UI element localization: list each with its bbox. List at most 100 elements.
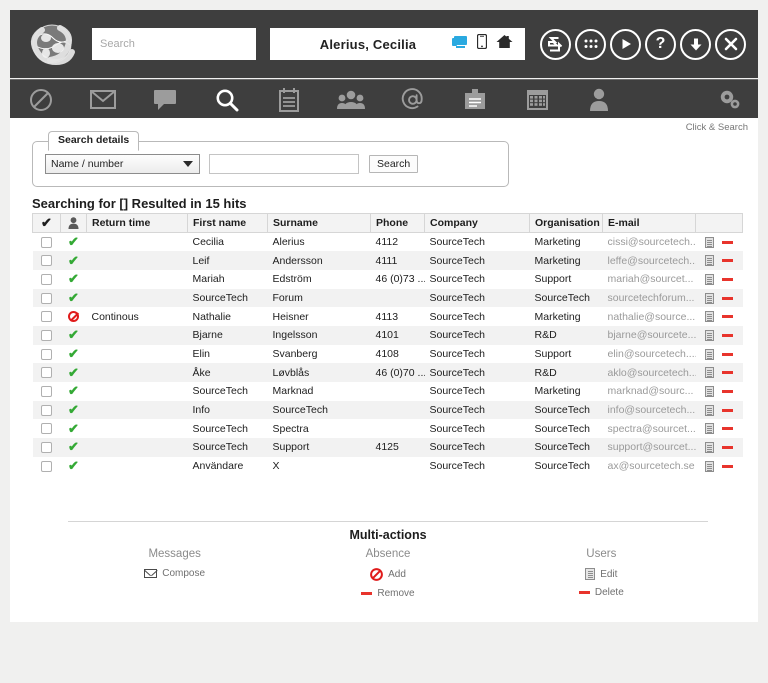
row-status-cell[interactable]: ✔ [61,457,87,476]
message-icon[interactable] [134,80,196,119]
row-edit-icon[interactable] [705,404,714,416]
row-status-cell[interactable]: ✔ [61,233,87,252]
return-time-header[interactable]: Return time [86,213,188,233]
row-select-cell[interactable] [33,457,61,476]
row-delete-icon[interactable] [722,277,733,281]
absence-icon[interactable] [10,80,72,119]
row-checkbox[interactable] [41,292,52,304]
row-edit-icon[interactable] [705,348,714,360]
table-row[interactable]: ✔ SourceTech Support 4125 SourceTech SourceTe… [32,438,743,457]
row-select-cell[interactable] [33,438,61,457]
row-select-cell[interactable] [33,270,61,289]
row-actions-cell[interactable] [696,307,743,326]
email-header[interactable]: E-mail [602,213,696,233]
row-select-cell[interactable] [33,307,61,326]
row-edit-icon[interactable] [705,386,714,398]
company-header[interactable]: Company [424,213,530,233]
row-delete-icon[interactable] [722,240,733,244]
surname-header[interactable]: Surname [267,213,371,233]
row-checkbox[interactable] [41,386,52,398]
download-icon[interactable] [680,28,711,60]
row-select-cell[interactable] [33,233,61,252]
header-search-input[interactable] [92,28,256,60]
table-row[interactable]: ✔ SourceTech Forum SourceTech SourceTech sour… [32,288,743,308]
users-delete-action[interactable]: Delete [495,587,708,598]
phone-header[interactable]: Phone [370,213,425,233]
row-actions-cell[interactable] [696,363,743,382]
row-checkbox[interactable] [41,330,52,341]
search-button[interactable]: Search [369,155,419,173]
row-delete-icon[interactable] [722,296,733,300]
absence-add-action[interactable]: Add [281,568,494,581]
row-edit-icon[interactable] [705,311,714,323]
row-checkbox[interactable] [41,311,52,323]
transfer-icon[interactable] [540,28,571,60]
home-status-icon[interactable] [496,34,513,54]
search-icon[interactable] [196,80,258,119]
row-checkbox[interactable] [41,404,52,416]
row-actions-cell[interactable] [696,419,743,438]
row-actions-cell[interactable] [696,326,743,345]
row-delete-icon[interactable] [722,464,733,468]
table-row[interactable]: ✔ Mariah Edström 46 (0)73 ... SourceTech Supp… [32,269,743,289]
select-all-header[interactable]: ✔ [32,213,61,233]
row-checkbox[interactable] [41,442,52,454]
groups-icon[interactable] [320,80,382,119]
row-checkbox[interactable] [41,423,52,435]
row-edit-icon[interactable] [705,255,714,267]
table-row[interactable]: Continous Nathalie Heisner 4113 SourceTech Ma… [32,307,743,326]
notes-icon[interactable] [258,80,320,119]
grid-menu-icon[interactable] [575,28,606,60]
organisation-header[interactable]: Organisation [529,213,603,233]
row-delete-icon[interactable] [722,390,733,394]
row-actions-cell[interactable] [696,270,743,289]
row-actions-cell[interactable] [696,457,743,476]
row-select-cell[interactable] [33,251,61,270]
row-status-cell[interactable]: ✔ [61,419,87,438]
row-edit-icon[interactable] [705,330,714,341]
row-status-cell[interactable]: ✔ [61,438,87,457]
row-actions-cell[interactable] [696,251,743,270]
mobile-status-icon[interactable] [476,33,488,54]
row-select-cell[interactable] [33,382,61,401]
row-delete-icon[interactable] [722,427,733,431]
row-select-cell[interactable] [33,363,61,382]
row-edit-icon[interactable] [705,367,714,379]
row-select-cell[interactable] [33,289,61,308]
table-row[interactable]: ✔ SourceTech Marknad SourceTech Marketing mar… [32,382,743,401]
row-delete-icon[interactable] [722,446,733,450]
table-row[interactable]: ✔ Elin Svanberg 4108 SourceTech Support elin@s… [32,344,743,364]
compose-action[interactable]: Compose [68,568,281,579]
row-delete-icon[interactable] [722,408,733,412]
row-checkbox[interactable] [41,367,52,379]
row-status-cell[interactable]: ✔ [61,401,87,420]
row-actions-cell[interactable] [696,345,743,364]
settings-gear-icon[interactable] [702,89,758,111]
user-icon[interactable] [568,80,630,119]
row-delete-icon[interactable] [722,371,733,375]
table-row[interactable]: ✔ Cecilia Alerius 4112 SourceTech Marketing ci… [32,232,743,252]
row-actions-cell[interactable] [696,401,743,420]
mail-icon[interactable] [72,80,134,119]
row-checkbox[interactable] [41,236,52,248]
row-checkbox[interactable] [41,273,52,285]
row-status-cell[interactable]: ✔ [61,326,87,345]
table-row[interactable]: ✔ Åke Løvblås 46 (0)70 ... SourceTech R&D aklo… [32,363,743,382]
row-checkbox[interactable] [41,348,52,360]
row-actions-cell[interactable] [696,289,743,308]
email-at-icon[interactable] [382,80,444,119]
row-select-cell[interactable] [33,419,61,438]
table-row[interactable]: ✔ Bjarne Ingelsson 4101 SourceTech R&D bjarne@… [32,325,743,345]
row-edit-icon[interactable] [705,236,714,248]
table-row[interactable]: ✔ Användare X SourceTech SourceTech ax@source… [32,456,743,476]
row-status-cell[interactable]: ✔ [61,345,87,364]
help-icon[interactable]: ? [645,28,676,60]
search-query-input[interactable] [209,154,359,174]
calendar-icon[interactable] [506,80,568,119]
row-delete-icon[interactable] [722,315,733,319]
row-select-cell[interactable] [33,345,61,364]
first-name-header[interactable]: First name [187,213,268,233]
table-row[interactable]: ✔ Leif Andersson 4111 SourceTech Marketing lef… [32,251,743,270]
row-edit-icon[interactable] [705,423,714,435]
row-status-cell[interactable]: ✔ [61,382,87,401]
